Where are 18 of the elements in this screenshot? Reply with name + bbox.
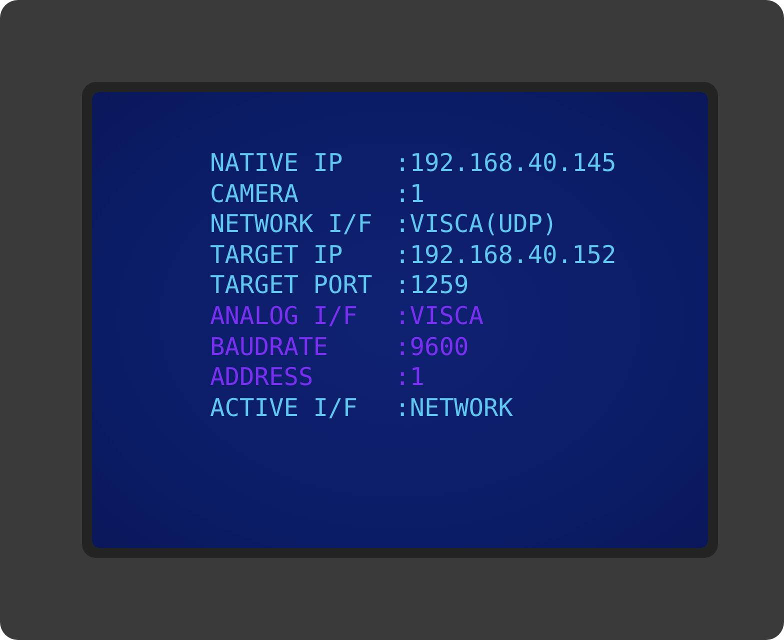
setting-value: :192.168.40.145 [395,148,616,179]
setting-value: :192.168.40.152 [395,240,616,270]
setting-value: :1259 [395,270,469,301]
setting-label: NATIVE IP [210,148,343,179]
setting-label: ANALOG I/F [210,300,358,332]
setting-label: NETWORK I/F [210,209,372,240]
setting-value: :NETWORK [395,392,514,424]
setting-label: ADDRESS [210,362,314,393]
setting-value: :9600 [395,332,469,362]
setting-label: ACTIVE I/F [210,392,358,424]
setting-label: BAUDRATE [210,332,328,362]
setting-value: :VISCA [395,300,484,332]
setting-value: :1 [395,362,425,393]
setting-label: TARGET IP [210,240,343,270]
setting-value: :VISCA(UDP) [395,209,558,240]
setting-label: TARGET PORT [210,270,372,301]
setting-value: :1 [395,178,425,210]
setting-label: CAMERA [210,178,299,210]
